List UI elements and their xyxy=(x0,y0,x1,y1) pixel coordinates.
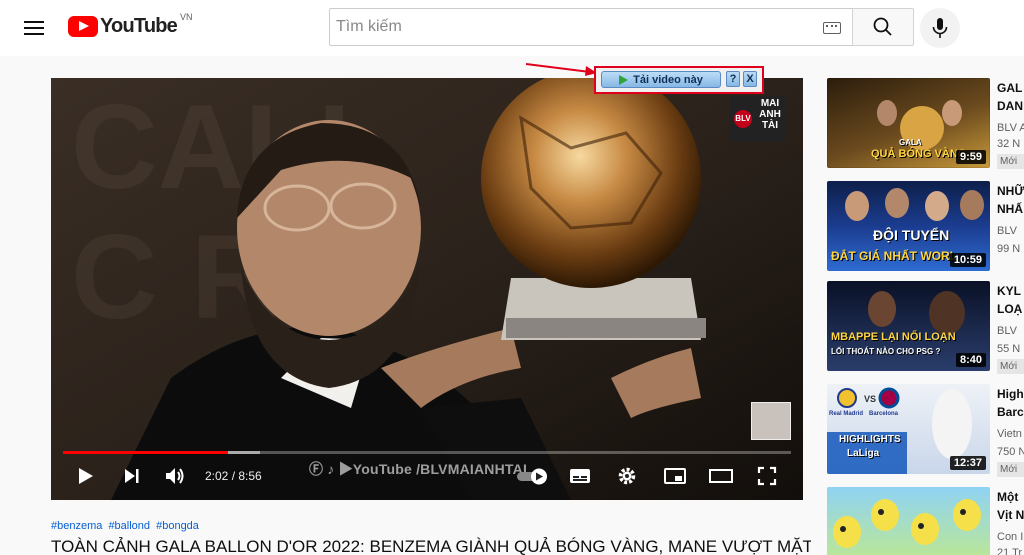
autoplay-toggle[interactable] xyxy=(513,458,553,494)
youtube-watch-page: YouTube VN Tìm kiếm CALL C RE MAI ANH TÀ… xyxy=(0,0,1024,555)
search-icon xyxy=(873,17,892,36)
fullscreen-icon xyxy=(757,466,777,486)
volume-icon xyxy=(166,468,184,484)
download-help-button[interactable]: ? xyxy=(726,71,740,87)
download-toolbar: Tải video này ? X xyxy=(594,66,764,94)
video-duration: 10:59 xyxy=(949,253,986,267)
video-title-line[interactable]: NHẤ xyxy=(997,199,1024,219)
view-count: 99 N xyxy=(997,243,1021,255)
video-duration: 8:40 xyxy=(955,353,986,367)
settings-button[interactable] xyxy=(609,458,645,494)
progress-played xyxy=(63,451,228,454)
video-title-line[interactable]: Một xyxy=(997,487,1024,507)
search-button[interactable] xyxy=(852,8,914,46)
microphone-icon xyxy=(932,18,948,38)
channel-watermark-text: MAI ANH TÀI xyxy=(759,98,781,131)
video-title-line[interactable]: KYL xyxy=(997,281,1024,301)
video-thumbnail[interactable] xyxy=(827,487,990,555)
autoplay-icon xyxy=(517,468,547,485)
new-badge: Mới xyxy=(997,154,1024,169)
video-duration: 9:59 xyxy=(955,150,986,164)
video-title: TOÀN CẢNH GALA BALLON D'OR 2022: BENZEMA… xyxy=(51,537,811,555)
youtube-logo[interactable]: YouTube VN xyxy=(68,11,193,38)
annotation-arrow-icon xyxy=(526,63,597,76)
thumbnail-art xyxy=(833,499,981,548)
new-badge: Mới xyxy=(997,462,1024,477)
thumbnail-caption: LỐI THOÁT NÀO CHO PSG ? xyxy=(831,347,941,356)
recommended-video[interactable]: MBAPPE LẠI NỔI LOẠN LỐI THOÁT NÀO CHO PS… xyxy=(827,281,1024,374)
thumbnail-caption-top: MBAPPE LẠI NỔI LOẠN xyxy=(831,331,956,343)
channel-name[interactable]: BLV xyxy=(997,321,1024,341)
end-card-thumbnail[interactable] xyxy=(751,402,791,440)
progress-bar[interactable] xyxy=(63,451,791,454)
team-name: Real Madrid xyxy=(829,411,864,417)
video-title-line[interactable]: Barc xyxy=(997,402,1024,422)
video-thumbnail[interactable]: VS Real Madrid Barcelona HIGHLIGHTS LaLi… xyxy=(827,384,990,474)
theater-mode-icon xyxy=(709,469,733,483)
video-hashtags: #benzema #ballond #bongda xyxy=(51,520,202,532)
hashtag-link[interactable]: #benzema xyxy=(51,520,102,532)
video-title-line[interactable]: GAL xyxy=(997,78,1024,98)
skip-next-icon xyxy=(125,469,139,483)
play-button[interactable] xyxy=(67,458,103,494)
time-display: 2:02 / 8:56 xyxy=(205,469,262,483)
video-title-line[interactable]: High xyxy=(997,384,1024,404)
hashtag-link[interactable]: #ballond xyxy=(108,520,150,532)
video-title-line[interactable]: DAN xyxy=(997,96,1024,116)
subtitles-icon xyxy=(570,469,590,483)
next-button[interactable] xyxy=(113,458,149,494)
youtube-play-icon xyxy=(68,16,98,37)
thumbnail-caption-top: ĐỘI TUYỂN xyxy=(873,227,950,243)
view-count: 21 Tr xyxy=(997,547,1023,555)
masthead: YouTube VN xyxy=(0,0,1024,56)
miniplayer-icon xyxy=(664,468,686,484)
recommended-video[interactable]: GALA QUẢ BÓNG VÀNG 9:59 GAL DAN BLV A 32… xyxy=(827,78,1024,169)
video-frame: CALL C RE xyxy=(51,78,803,500)
channel-name[interactable]: BLV xyxy=(997,221,1024,241)
video-title-line[interactable]: NHỮ xyxy=(997,181,1024,201)
subtitles-button[interactable] xyxy=(562,458,598,494)
channel-name[interactable]: Vietn xyxy=(997,424,1024,444)
thumbnail-caption-top: HIGHLIGHTS xyxy=(839,434,901,445)
thumbnail-caption: LaLiga xyxy=(847,448,880,459)
mute-button[interactable] xyxy=(157,458,193,494)
video-player[interactable]: CALL C RE MAI ANH TÀI Ⓕ ♪ ▶YouTube /BLVM… xyxy=(51,78,803,500)
menu-icon[interactable] xyxy=(22,16,46,40)
gear-icon xyxy=(618,467,636,485)
play-icon xyxy=(79,468,93,484)
fullscreen-button[interactable] xyxy=(749,458,785,494)
hashtag-link[interactable]: #bongda xyxy=(156,520,199,532)
logo-country-code: VN xyxy=(179,11,193,22)
new-badge: Mới xyxy=(997,359,1024,374)
thumbnail-caption-top: GALA xyxy=(899,138,922,147)
voice-search-button[interactable] xyxy=(920,8,960,48)
download-close-button[interactable]: X xyxy=(743,71,757,87)
recommended-video[interactable]: Một Vịt N Con I 21 Tr xyxy=(827,487,1024,555)
theater-mode-button[interactable] xyxy=(703,458,739,494)
recommended-video[interactable]: VS Real Madrid Barcelona HIGHLIGHTS LaLi… xyxy=(827,384,1024,477)
svg-text:VS: VS xyxy=(864,394,876,404)
channel-badge: BLV xyxy=(734,110,752,128)
view-count: 750 N xyxy=(997,446,1024,458)
view-count: 55 N xyxy=(997,343,1021,355)
video-title-line[interactable]: Vịt N xyxy=(997,505,1024,525)
search-box xyxy=(329,8,853,46)
video-thumbnail[interactable]: ĐỘI TUYỂN ĐẮT GIÁ NHẤT WORL 10:59 xyxy=(827,181,990,271)
thumbnail-caption: ĐẮT GIÁ NHẤT WORL xyxy=(831,249,957,263)
video-duration: 12:37 xyxy=(949,456,986,470)
thumbnail-caption: QUẢ BÓNG VÀNG xyxy=(871,148,967,160)
video-thumbnail[interactable]: MBAPPE LẠI NỔI LOẠN LỐI THOÁT NÀO CHO PS… xyxy=(827,281,990,371)
recommended-video[interactable]: ĐỘI TUYỂN ĐẮT GIÁ NHẤT WORL 10:59 NHỮ NH… xyxy=(827,181,1024,271)
keyboard-icon[interactable] xyxy=(823,22,841,34)
video-title-line[interactable]: LOẠ xyxy=(997,299,1024,319)
logo-text: YouTube xyxy=(100,15,178,37)
miniplayer-button[interactable] xyxy=(657,458,693,494)
team-name: Barcelona xyxy=(869,411,899,417)
search-input[interactable] xyxy=(330,18,800,36)
view-count: 32 N xyxy=(997,138,1021,150)
download-video-button[interactable]: Tải video này xyxy=(601,71,721,88)
player-controls: 2:02 / 8:56 xyxy=(51,458,803,500)
video-thumbnail[interactable]: GALA QUẢ BÓNG VÀNG 9:59 xyxy=(827,78,990,168)
